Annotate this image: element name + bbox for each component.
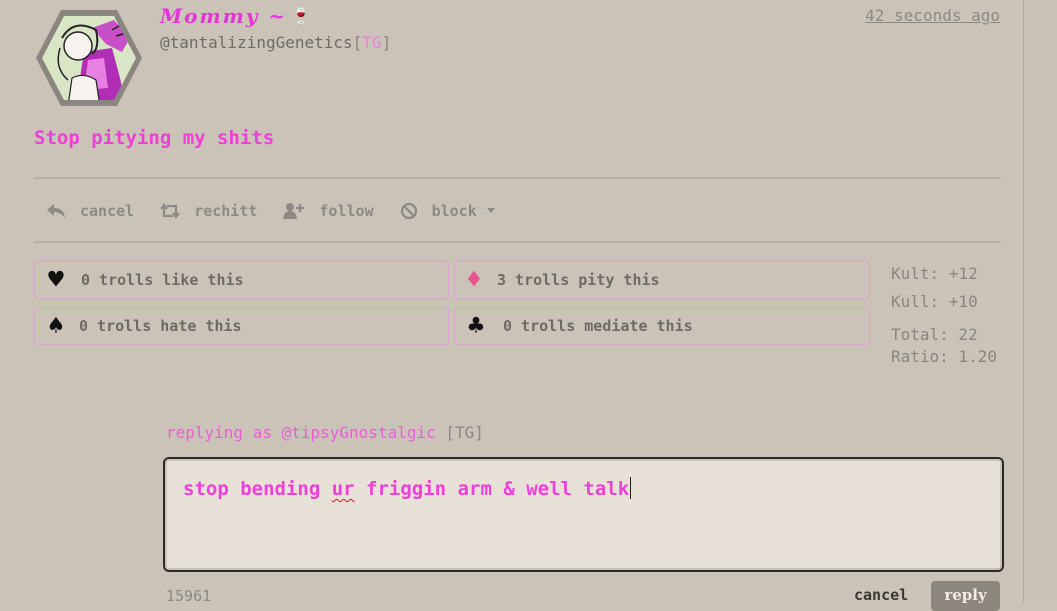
block-icon bbox=[400, 202, 417, 220]
replying-handle: @tipsyGnostalgic bbox=[281, 423, 436, 442]
spade-suit-icon: ♠ bbox=[48, 311, 64, 341]
like-reaction-button[interactable]: ♥ 0 trolls like this bbox=[34, 261, 449, 299]
reply-icon bbox=[47, 204, 65, 218]
reply-cancel-button[interactable]: cancel bbox=[854, 586, 908, 604]
character-counter: 15961 bbox=[166, 587, 212, 605]
right-pane-edge bbox=[1023, 0, 1057, 602]
reply-text-part2: friggin arm & well talk bbox=[354, 478, 630, 500]
pity-reaction-button[interactable]: ♦ 3 trolls pity this bbox=[454, 261, 870, 299]
mediate-reaction-button[interactable]: ♣ 0 trolls mediate this bbox=[454, 307, 870, 345]
avatar[interactable] bbox=[34, 8, 144, 108]
timestamp-link[interactable]: 42 seconds ago bbox=[865, 6, 1000, 25]
like-reaction-label: 0 trolls like this bbox=[81, 271, 244, 289]
follow-action-label: follow bbox=[319, 202, 374, 220]
text-caret bbox=[630, 477, 632, 499]
reply-textarea[interactable]: stop bending ur friggin arm & well talk bbox=[163, 457, 1004, 572]
wine-glass-icon: 🍷 bbox=[291, 6, 314, 25]
club-suit-icon: ♣ bbox=[468, 311, 484, 341]
stat-kull: Kull: +10 bbox=[891, 292, 978, 311]
divider-top bbox=[34, 177, 1001, 179]
block-action[interactable]: block bbox=[400, 202, 495, 220]
replying-prefix: replying as bbox=[166, 423, 272, 442]
bracket-close: ] bbox=[381, 33, 392, 52]
author-handle[interactable]: @tantalizingGenetics[TG] bbox=[160, 33, 391, 52]
replying-tag-bracket-open: [ bbox=[445, 423, 456, 442]
handle-text[interactable]: @tantalizingGenetics bbox=[160, 33, 353, 52]
mediate-reaction-label: 0 trolls mediate this bbox=[503, 317, 693, 335]
misspelled-word[interactable]: ur bbox=[332, 478, 355, 500]
replying-as-label: replying as @tipsyGnostalgic [TG] bbox=[166, 423, 484, 442]
hate-reaction-button[interactable]: ♠ 0 trolls hate this bbox=[34, 307, 449, 345]
stat-total: Total: 22 bbox=[891, 325, 978, 344]
author-name-text[interactable]: Mommy ~ bbox=[160, 4, 287, 28]
replying-tag-bracket-close: ] bbox=[474, 423, 484, 442]
rechitt-action-label: rechitt bbox=[194, 202, 258, 220]
cancel-action[interactable]: cancel bbox=[46, 202, 134, 220]
post-message: Stop pitying my shits bbox=[34, 127, 275, 149]
author-name[interactable]: Mommy ~ 🍷 bbox=[160, 4, 313, 28]
cancel-action-label: cancel bbox=[80, 202, 135, 220]
caret-down-icon[interactable] bbox=[486, 208, 495, 214]
stat-kult: Kult: +12 bbox=[891, 264, 978, 283]
pity-reaction-label: 3 trolls pity this bbox=[497, 271, 660, 289]
add-user-icon bbox=[283, 203, 305, 219]
divider-middle bbox=[34, 241, 1001, 243]
block-action-label: block bbox=[431, 202, 477, 220]
reply-submit-button[interactable]: reply bbox=[931, 581, 1000, 611]
heart-suit-icon: ♥ bbox=[48, 265, 64, 295]
retweet-icon bbox=[160, 203, 181, 219]
follow-action[interactable]: follow bbox=[283, 202, 374, 220]
hate-reaction-label: 0 trolls hate this bbox=[79, 317, 242, 335]
stat-ratio: Ratio: 1.20 bbox=[891, 347, 997, 366]
replying-tag: TG bbox=[455, 423, 475, 442]
action-bar: cancel rechitt follow block bbox=[46, 199, 521, 223]
bracket-open: [ bbox=[352, 33, 363, 52]
diamond-suit-icon: ♦ bbox=[466, 265, 482, 295]
reply-text-part1: stop bending bbox=[183, 478, 332, 500]
rechitt-action[interactable]: rechitt bbox=[160, 202, 257, 220]
handle-tag: TG bbox=[362, 33, 382, 52]
reply-text[interactable]: stop bending ur friggin arm & well talk bbox=[183, 477, 632, 500]
